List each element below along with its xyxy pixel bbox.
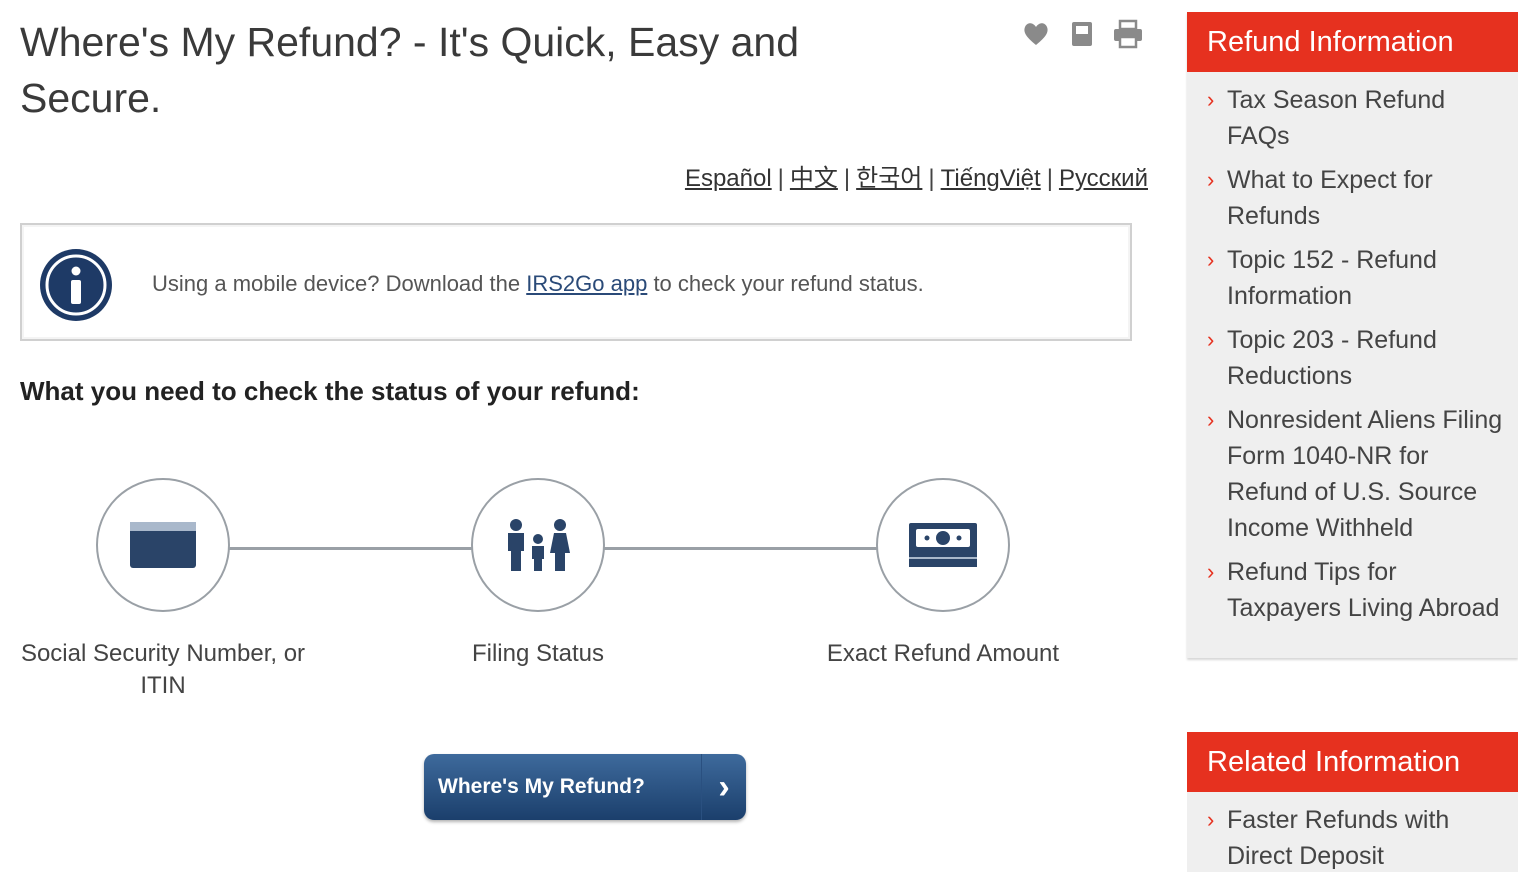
list-item: › Refund Tips for Taxpayers Living Abroad [1187, 554, 1518, 626]
main-content: Where's My Refund? - It's Quick, Easy an… [20, 0, 1160, 865]
heart-icon[interactable] [1020, 18, 1052, 50]
chevron-right-icon: › [1207, 407, 1215, 432]
refund-info-link[interactable]: Nonresident Aliens Filing Form 1040-NR f… [1227, 406, 1502, 542]
list-item: › Tax Season Refund FAQs [1187, 82, 1518, 154]
related-info-list: › Faster Refunds with Direct Deposit [1187, 792, 1518, 874]
chevron-right-icon: › [1207, 87, 1215, 112]
mobile-notice-prefix: Using a mobile device? Download the [152, 271, 521, 296]
step-label: Exact Refund Amount [826, 640, 1060, 667]
lang-link-vietnamese[interactable]: TiếngViệt [941, 165, 1041, 192]
refund-info-link[interactable]: Topic 152 - Refund Information [1227, 246, 1437, 310]
step-filing-status: Filing Status [383, 478, 693, 670]
separator: | [928, 165, 935, 192]
step-circle [471, 478, 605, 612]
id-card-icon [130, 522, 196, 568]
separator: | [1046, 165, 1053, 192]
step-refund-amount: Exact Refund Amount [788, 478, 1098, 670]
chevron-right-icon: › [701, 754, 746, 820]
list-item: › Topic 203 - Refund Reductions [1187, 322, 1518, 394]
refund-information-panel: Refund Information › Tax Season Refund FA… [1187, 12, 1518, 658]
step-label: Filing Status [471, 640, 605, 667]
page-tools [1020, 18, 1144, 50]
step-circle [876, 478, 1010, 612]
step-circle [96, 478, 230, 612]
related-info-link[interactable]: Faster Refunds with Direct Deposit [1227, 806, 1449, 870]
info-icon [40, 249, 112, 321]
wheres-my-refund-button[interactable]: Where's My Refund? › [424, 754, 746, 820]
lang-link-spanish[interactable]: Español [685, 165, 772, 192]
refund-info-link[interactable]: Refund Tips for Taxpayers Living Abroad [1227, 558, 1499, 622]
print-icon[interactable] [1112, 18, 1144, 50]
lang-link-russian[interactable]: Pусский [1059, 165, 1148, 192]
mobile-notice-box: Using a mobile device? Download the IRS2… [20, 223, 1132, 341]
chevron-right-icon: › [1207, 327, 1215, 352]
lang-link-chinese[interactable]: 中文 [790, 165, 838, 192]
refund-info-link[interactable]: Tax Season Refund FAQs [1227, 86, 1445, 150]
list-item: › Nonresident Aliens Filing Form 1040-NR … [1187, 402, 1518, 546]
requirements-heading: What you need to check the status of you… [20, 376, 640, 406]
panel-title: Related Information [1187, 732, 1518, 792]
step-label: Social Security Number, or ITIN [20, 640, 306, 699]
money-icon [909, 523, 977, 567]
list-item: › Faster Refunds with Direct Deposit [1187, 802, 1518, 874]
lang-link-korean[interactable]: 한국어 [856, 165, 922, 192]
separator: | [777, 165, 784, 192]
button-label: Where's My Refund? [438, 775, 645, 798]
mobile-notice-text: Using a mobile device? Download the IRS2… [152, 271, 924, 297]
step-ssn: Social Security Number, or ITIN [8, 478, 318, 702]
refund-info-link[interactable]: Topic 203 - Refund Reductions [1227, 326, 1437, 390]
refund-info-link[interactable]: What to Expect for Refunds [1227, 166, 1433, 230]
refund-info-list: › Tax Season Refund FAQs › What to Expect … [1187, 72, 1518, 626]
irs2go-app-link[interactable]: IRS2Go app [526, 271, 647, 296]
bookmark-icon[interactable] [1066, 18, 1098, 50]
family-icon [508, 519, 570, 571]
related-information-panel: Related Information › Faster Refunds with… [1187, 732, 1518, 872]
language-links: Español | 中文 | 한국어 | TiếngViệt | Pусский [685, 158, 1148, 193]
mobile-notice-suffix: to check your refund status. [653, 271, 924, 296]
chevron-right-icon: › [1207, 807, 1215, 832]
page-title: Where's My Refund? - It's Quick, Easy an… [20, 19, 799, 121]
chevron-right-icon: › [1207, 247, 1215, 272]
chevron-right-icon: › [1207, 167, 1215, 192]
chevron-right-icon: › [1207, 559, 1215, 584]
separator: | [843, 165, 851, 192]
panel-title: Refund Information [1187, 12, 1518, 72]
list-item: › What to Expect for Refunds [1187, 162, 1518, 234]
list-item: › Topic 152 - Refund Information [1187, 242, 1518, 314]
